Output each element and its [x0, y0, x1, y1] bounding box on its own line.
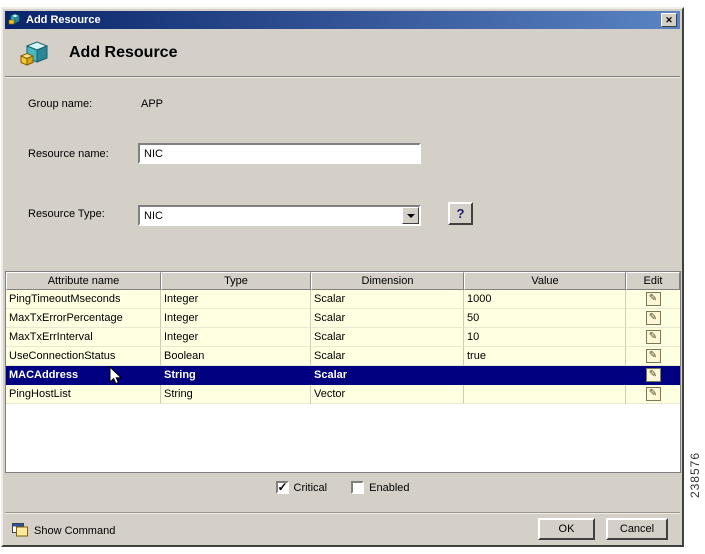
- close-button[interactable]: ✕: [661, 13, 677, 27]
- cell-edit: ✎: [626, 309, 680, 328]
- column-header-attribute[interactable]: Attribute name: [6, 272, 161, 290]
- cell-dimension: Scalar: [311, 366, 464, 385]
- attribute-table: Attribute name Type Dimension Value Edit…: [5, 271, 681, 473]
- edit-icon[interactable]: ✎: [645, 330, 661, 344]
- enabled-option[interactable]: Enabled: [351, 481, 410, 494]
- cell-dimension: Scalar: [311, 309, 464, 328]
- window-title: Add Resource: [26, 14, 101, 26]
- cell-type: String: [161, 366, 311, 385]
- critical-checkbox[interactable]: [275, 480, 289, 494]
- resource-name-input[interactable]: [138, 143, 421, 164]
- column-header-value[interactable]: Value: [464, 272, 626, 290]
- add-resource-dialog: Add Resource ✕ Add Resource Group name:: [1, 7, 684, 547]
- table-row[interactable]: MaxTxErrInterval Integer Scalar 10 ✎: [6, 328, 680, 347]
- table-row[interactable]: PingTimeoutMseconds Integer Scalar 1000 …: [6, 290, 680, 309]
- edit-icon[interactable]: ✎: [645, 368, 661, 382]
- edit-icon[interactable]: ✎: [645, 311, 661, 325]
- cell-type: Integer: [161, 290, 311, 309]
- footer-divider: [5, 512, 680, 514]
- group-name-label: Group name:: [28, 98, 93, 110]
- cell-type: String: [161, 385, 311, 404]
- critical-option[interactable]: Critical: [275, 480, 328, 494]
- window-icon: [8, 12, 22, 29]
- chevron-down-icon: [406, 213, 415, 218]
- cell-attribute: UseConnectionStatus: [6, 347, 161, 366]
- table-header: Attribute name Type Dimension Value Edit: [6, 272, 680, 290]
- cell-dimension: Scalar: [311, 347, 464, 366]
- screenshot-page: Add Resource ✕ Add Resource Group name:: [0, 0, 705, 554]
- resource-name-label: Resource name:: [28, 148, 109, 160]
- table-row[interactable]: MACAddress String Scalar ✎: [6, 366, 680, 385]
- cell-type: Integer: [161, 328, 311, 347]
- enabled-checkbox[interactable]: [351, 481, 365, 494]
- resource-type-value: NIC: [144, 209, 163, 222]
- attribute-table-body: PingTimeoutMseconds Integer Scalar 1000 …: [6, 290, 680, 472]
- show-command-icon: [12, 522, 28, 540]
- edit-icon[interactable]: ✎: [645, 292, 661, 306]
- column-header-type[interactable]: Type: [161, 272, 311, 290]
- resource-type-label: Resource Type:: [28, 208, 105, 220]
- critical-label: Critical: [293, 481, 328, 494]
- cell-edit: ✎: [626, 385, 680, 404]
- table-row[interactable]: PingHostList String Vector ✎: [6, 385, 680, 404]
- cell-edit: ✎: [626, 290, 680, 309]
- close-icon: ✕: [665, 14, 673, 25]
- cell-edit: ✎: [626, 366, 680, 385]
- cell-attribute: MACAddress: [6, 366, 161, 385]
- table-row[interactable]: MaxTxErrorPercentage Integer Scalar 50 ✎: [6, 309, 680, 328]
- cell-dimension: Vector: [311, 385, 464, 404]
- help-icon: ?: [456, 206, 465, 221]
- enabled-label: Enabled: [369, 481, 410, 494]
- add-resource-icon: [19, 38, 51, 68]
- cell-attribute: PingHostList: [6, 385, 161, 404]
- help-button[interactable]: ?: [448, 202, 473, 225]
- mouse-cursor: [109, 366, 122, 385]
- edit-icon[interactable]: ✎: [645, 349, 661, 363]
- cell-value: [464, 385, 626, 404]
- cell-value: [464, 366, 626, 385]
- column-header-dimension[interactable]: Dimension: [311, 272, 464, 290]
- titlebar[interactable]: Add Resource ✕: [5, 11, 680, 29]
- cell-attribute: MaxTxErrInterval: [6, 328, 161, 347]
- cell-value: true: [464, 347, 626, 366]
- cell-type: Boolean: [161, 347, 311, 366]
- show-command-button[interactable]: Show Command: [9, 521, 118, 541]
- ok-button[interactable]: OK: [538, 518, 595, 540]
- cell-edit: ✎: [626, 347, 680, 366]
- cell-value: 10: [464, 328, 626, 347]
- column-header-edit[interactable]: Edit: [626, 272, 680, 290]
- cell-value: 1000: [464, 290, 626, 309]
- table-row[interactable]: UseConnectionStatus Boolean Scalar true …: [6, 347, 680, 366]
- show-command-label: Show Command: [34, 525, 116, 537]
- cell-type: Integer: [161, 309, 311, 328]
- options-row: Critical Enabled: [3, 480, 682, 494]
- edit-icon[interactable]: ✎: [645, 387, 661, 401]
- cell-value: 50: [464, 309, 626, 328]
- group-name-value: APP: [141, 98, 164, 110]
- cell-dimension: Scalar: [311, 290, 464, 309]
- combo-dropdown-button[interactable]: [402, 207, 419, 224]
- cell-edit: ✎: [626, 328, 680, 347]
- dialog-header: Add Resource: [5, 29, 680, 77]
- cell-attribute: MaxTxErrorPercentage: [6, 309, 161, 328]
- cancel-button[interactable]: Cancel: [606, 518, 668, 540]
- cell-dimension: Scalar: [311, 328, 464, 347]
- cell-attribute: PingTimeoutMseconds: [6, 290, 161, 309]
- figure-number: 238576: [688, 452, 702, 499]
- dialog-title: Add Resource: [69, 43, 178, 61]
- resource-type-combo[interactable]: NIC: [138, 205, 421, 226]
